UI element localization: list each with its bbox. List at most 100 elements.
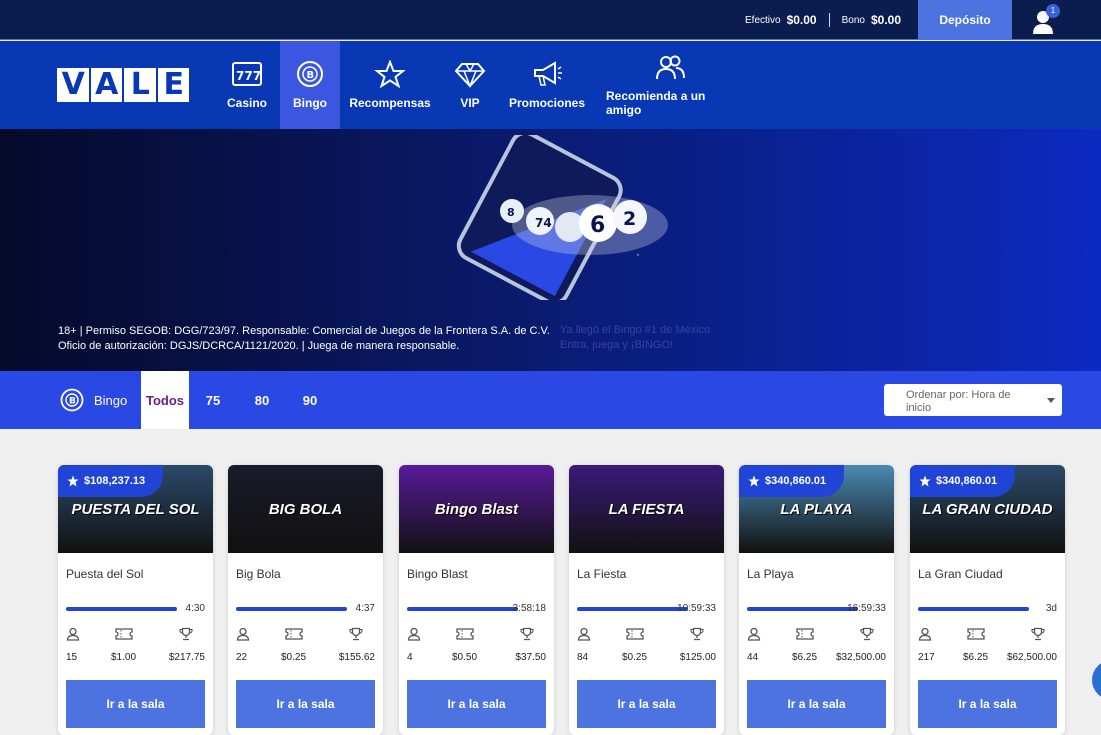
hero-tagline: Ya llegó el Bingo #1 de México Entra, ju… <box>560 323 710 353</box>
svg-text:B: B <box>307 70 315 81</box>
room-name: La Gran Ciudad <box>918 567 1003 581</box>
nav-item-label: Bingo <box>293 96 327 110</box>
countdown-time: 16:59:33 <box>847 603 886 614</box>
go-to-room-button[interactable]: Ir a la sala <box>747 680 886 728</box>
logo-letter: E <box>157 68 189 102</box>
user-account-button[interactable]: 1 <box>1028 4 1060 36</box>
jackpot-amount: $340,860.01 <box>936 475 998 487</box>
nav-item-casino[interactable]: 777 Casino <box>222 41 272 129</box>
room-card[interactable]: BIG BOLA Big Bola 4:37 22 $0.25 $155.62 … <box>228 465 383 735</box>
player-icon <box>747 627 761 641</box>
prize-amount: $217.75 <box>168 652 205 663</box>
countdown-progress-bar <box>747 607 858 611</box>
ticket-price: $0.25 <box>622 652 648 663</box>
countdown-progress-bar <box>66 607 177 611</box>
room-thumbnail[interactable]: LA FIESTA <box>569 465 724 553</box>
trophy-icon <box>349 627 363 641</box>
room-name: La Playa <box>747 567 794 581</box>
room-thumbnail[interactable]: Bingo Blast <box>399 465 554 553</box>
jackpot-badge: $108,237.13 <box>58 465 164 497</box>
room-stats-icons <box>66 627 205 643</box>
room-stats-icons <box>577 627 716 643</box>
cash-value: $0.00 <box>786 13 817 27</box>
prize-amount: $125.00 <box>679 652 716 663</box>
logo-letter: V <box>57 68 89 102</box>
ticket-icon <box>456 628 474 640</box>
trophy-icon <box>690 627 704 641</box>
room-thumbnail-title: LA PLAYA <box>780 500 853 518</box>
main-navigation: V A L E 777 Casino B Bingo Recompensas V… <box>0 41 1101 129</box>
nav-item-promociones[interactable]: Promociones <box>508 41 586 129</box>
deposit-button[interactable]: Depósito <box>918 0 1012 40</box>
room-card[interactable]: Bingo Blast Bingo Blast 3:58:18 4 $0.50 … <box>399 465 554 735</box>
go-to-room-button[interactable]: Ir a la sala <box>236 680 375 728</box>
tab-todos[interactable]: Todos <box>141 371 189 429</box>
ticket-icon <box>626 628 644 640</box>
logo-letter: A <box>90 68 122 102</box>
ticket-icon <box>285 628 303 640</box>
trophy-icon <box>179 627 193 641</box>
ticket-price: $0.25 <box>281 652 307 663</box>
legal-disclaimer: 18+ | Permiso SEGOB: DGG/723/97. Respons… <box>58 324 550 354</box>
player-count: 4 <box>407 652 413 663</box>
player-count: 84 <box>577 652 589 663</box>
chat-support-button[interactable] <box>1092 660 1101 700</box>
bingo-filter-bar: B Bingo Todos 75 80 90 Ordenar por: Hora… <box>0 371 1101 429</box>
svg-text:·: · <box>636 248 640 262</box>
room-name: La Fiesta <box>577 567 627 581</box>
room-stats-icons <box>236 627 375 643</box>
room-stats-icons <box>407 627 546 643</box>
go-to-room-button[interactable]: Ir a la sala <box>407 680 546 728</box>
nav-item-vip[interactable]: VIP <box>450 41 490 129</box>
sort-dropdown[interactable]: Ordenar por: Hora de inicio <box>884 384 1062 416</box>
star-icon <box>374 60 406 88</box>
legal-line: Oficio de autorización: DGJS/DCRCA/1121/… <box>58 340 460 352</box>
room-stats-icons <box>918 627 1057 643</box>
nav-item-recomienda[interactable]: Recomienda a un amigo <box>606 41 734 129</box>
prize-amount: $62,500.00 <box>1006 652 1057 663</box>
room-thumbnail-title: LA GRAN CIUDAD <box>922 500 1053 518</box>
ticket-icon <box>115 628 133 640</box>
star-icon <box>748 475 760 487</box>
countdown-time: 10:59:33 <box>677 603 716 614</box>
bingo-ball-icon: B <box>297 61 323 87</box>
star-icon <box>67 475 79 487</box>
player-icon <box>407 627 421 641</box>
bonus-value: $0.00 <box>870 13 901 27</box>
tab-75[interactable]: 75 <box>196 371 230 429</box>
countdown-progress-bar <box>407 607 518 611</box>
trophy-icon <box>520 627 534 641</box>
prize-amount: $32,500.00 <box>835 652 886 663</box>
tab-80[interactable]: 80 <box>245 371 279 429</box>
top-bar: Efectivo $0.00 Bono $0.00 Depósito 1 <box>0 0 1101 40</box>
bonus-label: Bono <box>841 14 865 26</box>
ticket-price: $0.50 <box>452 652 478 663</box>
vale-logo[interactable]: V A L E <box>57 68 189 102</box>
nav-item-recompensas[interactable]: Recompensas <box>349 41 431 129</box>
cash-label: Efectivo <box>745 14 781 26</box>
player-count: 217 <box>918 652 935 663</box>
room-thumbnail-title: PUESTA DEL SOL <box>71 500 200 518</box>
room-card[interactable]: PUESTA DEL SOL $108,237.13 Puesta del So… <box>58 465 213 735</box>
nav-item-bingo[interactable]: B Bingo <box>280 41 340 129</box>
room-card[interactable]: LA FIESTA La Fiesta 10:59:33 84 $0.25 $1… <box>569 465 724 735</box>
go-to-room-button[interactable]: Ir a la sala <box>577 680 716 728</box>
player-count: 44 <box>747 652 759 663</box>
trophy-icon <box>860 627 874 641</box>
go-to-room-button[interactable]: Ir a la sala <box>66 680 205 728</box>
countdown-time: 4:37 <box>355 603 375 614</box>
ticket-icon <box>967 628 985 640</box>
player-icon <box>66 627 80 641</box>
go-to-room-button[interactable]: Ir a la sala <box>918 680 1057 728</box>
room-name: Bingo Blast <box>407 567 468 581</box>
tab-90[interactable]: 90 <box>293 371 327 429</box>
svg-text:6: 6 <box>590 213 605 238</box>
room-thumbnail[interactable]: BIG BOLA <box>228 465 383 553</box>
nav-item-label: Promociones <box>508 96 586 110</box>
svg-text:2: 2 <box>623 208 636 230</box>
room-card[interactable]: LA GRAN CIUDAD $340,860.01 La Gran Ciuda… <box>910 465 1065 735</box>
phone-bingo-balls-illustration: 6 2 74 8 · <box>456 135 668 300</box>
countdown-time: 4:30 <box>185 603 205 614</box>
room-card[interactable]: LA PLAYA $340,860.01 La Playa 16:59:33 4… <box>739 465 894 735</box>
tagline-line: Ya llegó el Bingo #1 de México <box>560 324 711 336</box>
